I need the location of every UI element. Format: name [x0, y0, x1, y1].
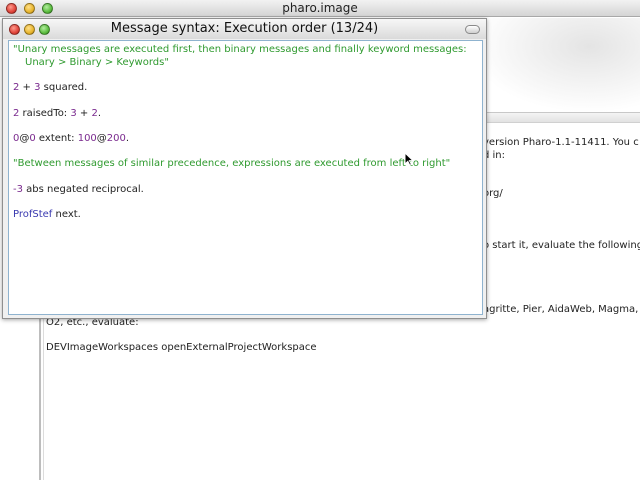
code-comment[interactable]: Unary > Binary > Keywords"	[25, 57, 169, 68]
message-syntax-window[interactable]: Message syntax: Execution order (13/24) …	[2, 18, 487, 319]
code-message: .	[97, 108, 102, 119]
code-expression-point-extent[interactable]: 0@0 extent: 100@200.	[13, 133, 129, 144]
background-text-line[interactable]: version Pharo-1.1-11411. You c	[483, 137, 639, 148]
code-number: -3	[13, 184, 23, 195]
os-window-title: pharo.image	[282, 1, 358, 15]
code-message: squared.	[40, 82, 88, 93]
code-operator: @	[96, 133, 107, 144]
code-number: 100	[77, 133, 97, 144]
code-expression-next[interactable]: ProfStef next.	[13, 209, 81, 220]
background-text-line[interactable]: agritte, Pier, AidaWeb, Magma, M	[483, 304, 640, 315]
code-class-name: ProfStef	[13, 209, 53, 220]
message-window-title: Message syntax: Execution order (13/24)	[110, 21, 379, 36]
message-window-menu-button[interactable]	[465, 25, 480, 34]
os-titlebar: pharo.image	[0, 0, 640, 17]
background-text-line[interactable]: DEVImageWorkspaces openExternalProjectWo…	[46, 342, 317, 353]
code-keyword: raisedTo:	[19, 108, 71, 119]
code-expression-keyword[interactable]: 2 raisedTo: 3 + 2.	[13, 108, 101, 119]
message-window-titlebar[interactable]: Message syntax: Execution order (13/24)	[3, 19, 486, 39]
code-expression-unary-chain[interactable]: -3 abs negated reciprocal.	[13, 184, 144, 195]
code-comment[interactable]: "Between messages of similar precedence,…	[13, 158, 450, 169]
mouse-pointer-icon	[404, 152, 414, 166]
code-keyword: extent:	[35, 133, 78, 144]
code-message: .	[125, 133, 130, 144]
code-comment[interactable]: "Unary messages are executed first, then…	[13, 44, 467, 55]
background-text-line[interactable]: o start it, evaluate the following	[483, 240, 640, 251]
code-operator: +	[19, 82, 35, 93]
code-message: next.	[52, 209, 81, 220]
world-background-image	[470, 18, 640, 113]
code-expression-unary-binary[interactable]: 2 + 3 squared.	[13, 82, 87, 93]
code-message: abs negated reciprocal.	[22, 184, 144, 195]
code-operator: +	[76, 108, 92, 119]
code-editor[interactable]: "Unary messages are executed first, then…	[8, 40, 483, 315]
code-operator: @	[19, 133, 30, 144]
code-number: 200	[106, 133, 126, 144]
